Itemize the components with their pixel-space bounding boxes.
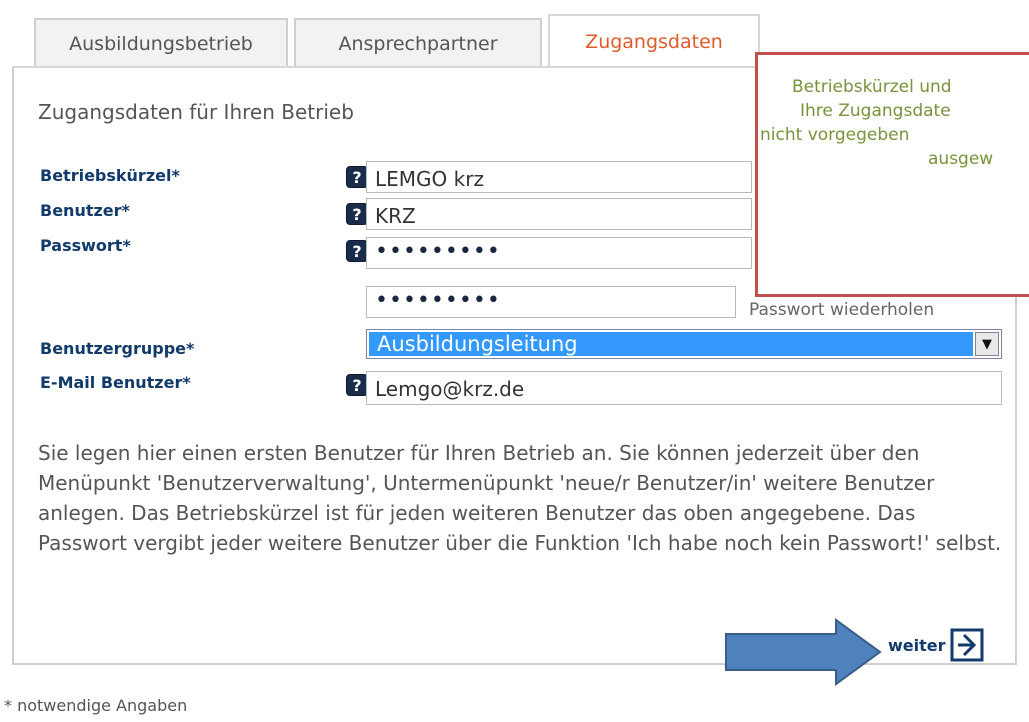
next-arrow-icon[interactable] bbox=[950, 628, 984, 662]
email-input[interactable]: Lemgo@krz.de bbox=[366, 371, 1002, 405]
help-icon[interactable]: ? bbox=[346, 374, 368, 396]
callout-line-4: ausgew bbox=[928, 149, 994, 169]
callout-line-3: nicht vorgegeben bbox=[760, 125, 910, 145]
tab-ausbildungsbetrieb[interactable]: Ausbildungsbetrieb bbox=[34, 18, 288, 68]
passwort-label: Passwort* bbox=[40, 236, 131, 255]
benutzergruppe-label: Benutzergruppe* bbox=[40, 339, 195, 358]
tab-zugangsdaten[interactable]: Zugangsdaten bbox=[548, 14, 760, 67]
callout-line-2: Ihre Zugangsdate bbox=[800, 101, 951, 121]
email-label: E-Mail Benutzer* bbox=[40, 373, 191, 392]
benutzer-input[interactable]: KRZ bbox=[366, 198, 752, 230]
passwort-repeat-input[interactable]: ••••••••• bbox=[366, 286, 736, 318]
help-icon[interactable]: ? bbox=[346, 240, 368, 262]
annotation-callout: Betriebskürzel und Ihre Zugangsdate nich… bbox=[755, 52, 1029, 297]
weiter-link[interactable]: weiter bbox=[888, 636, 946, 655]
help-icon[interactable]: ? bbox=[346, 203, 368, 225]
passwort-input[interactable]: ••••••••• bbox=[366, 237, 752, 269]
required-footnote: * notwendige Angaben bbox=[4, 696, 188, 715]
section-title: Zugangsdaten für Ihren Betrieb bbox=[38, 100, 354, 124]
betriebskuerzel-label: Betriebskürzel* bbox=[40, 166, 180, 185]
benutzergruppe-select[interactable]: Ausbildungsleitung ▼ bbox=[366, 329, 1002, 359]
help-icon[interactable]: ? bbox=[346, 166, 368, 188]
benutzergruppe-selected-value: Ausbildungsleitung bbox=[369, 332, 973, 356]
arrow-right-annotation-icon bbox=[725, 618, 882, 686]
benutzer-label: Benutzer* bbox=[40, 201, 130, 220]
chevron-down-icon[interactable]: ▼ bbox=[975, 332, 999, 356]
description-text: Sie legen hier einen ersten Benutzer für… bbox=[38, 441, 1002, 555]
tab-ansprechpartner[interactable]: Ansprechpartner bbox=[294, 18, 542, 68]
betriebskuerzel-input[interactable]: LEMGO krz bbox=[366, 161, 752, 193]
callout-line-1: Betriebskürzel und bbox=[792, 77, 952, 97]
passwort-repeat-hint: Passwort wiederholen bbox=[749, 300, 935, 320]
